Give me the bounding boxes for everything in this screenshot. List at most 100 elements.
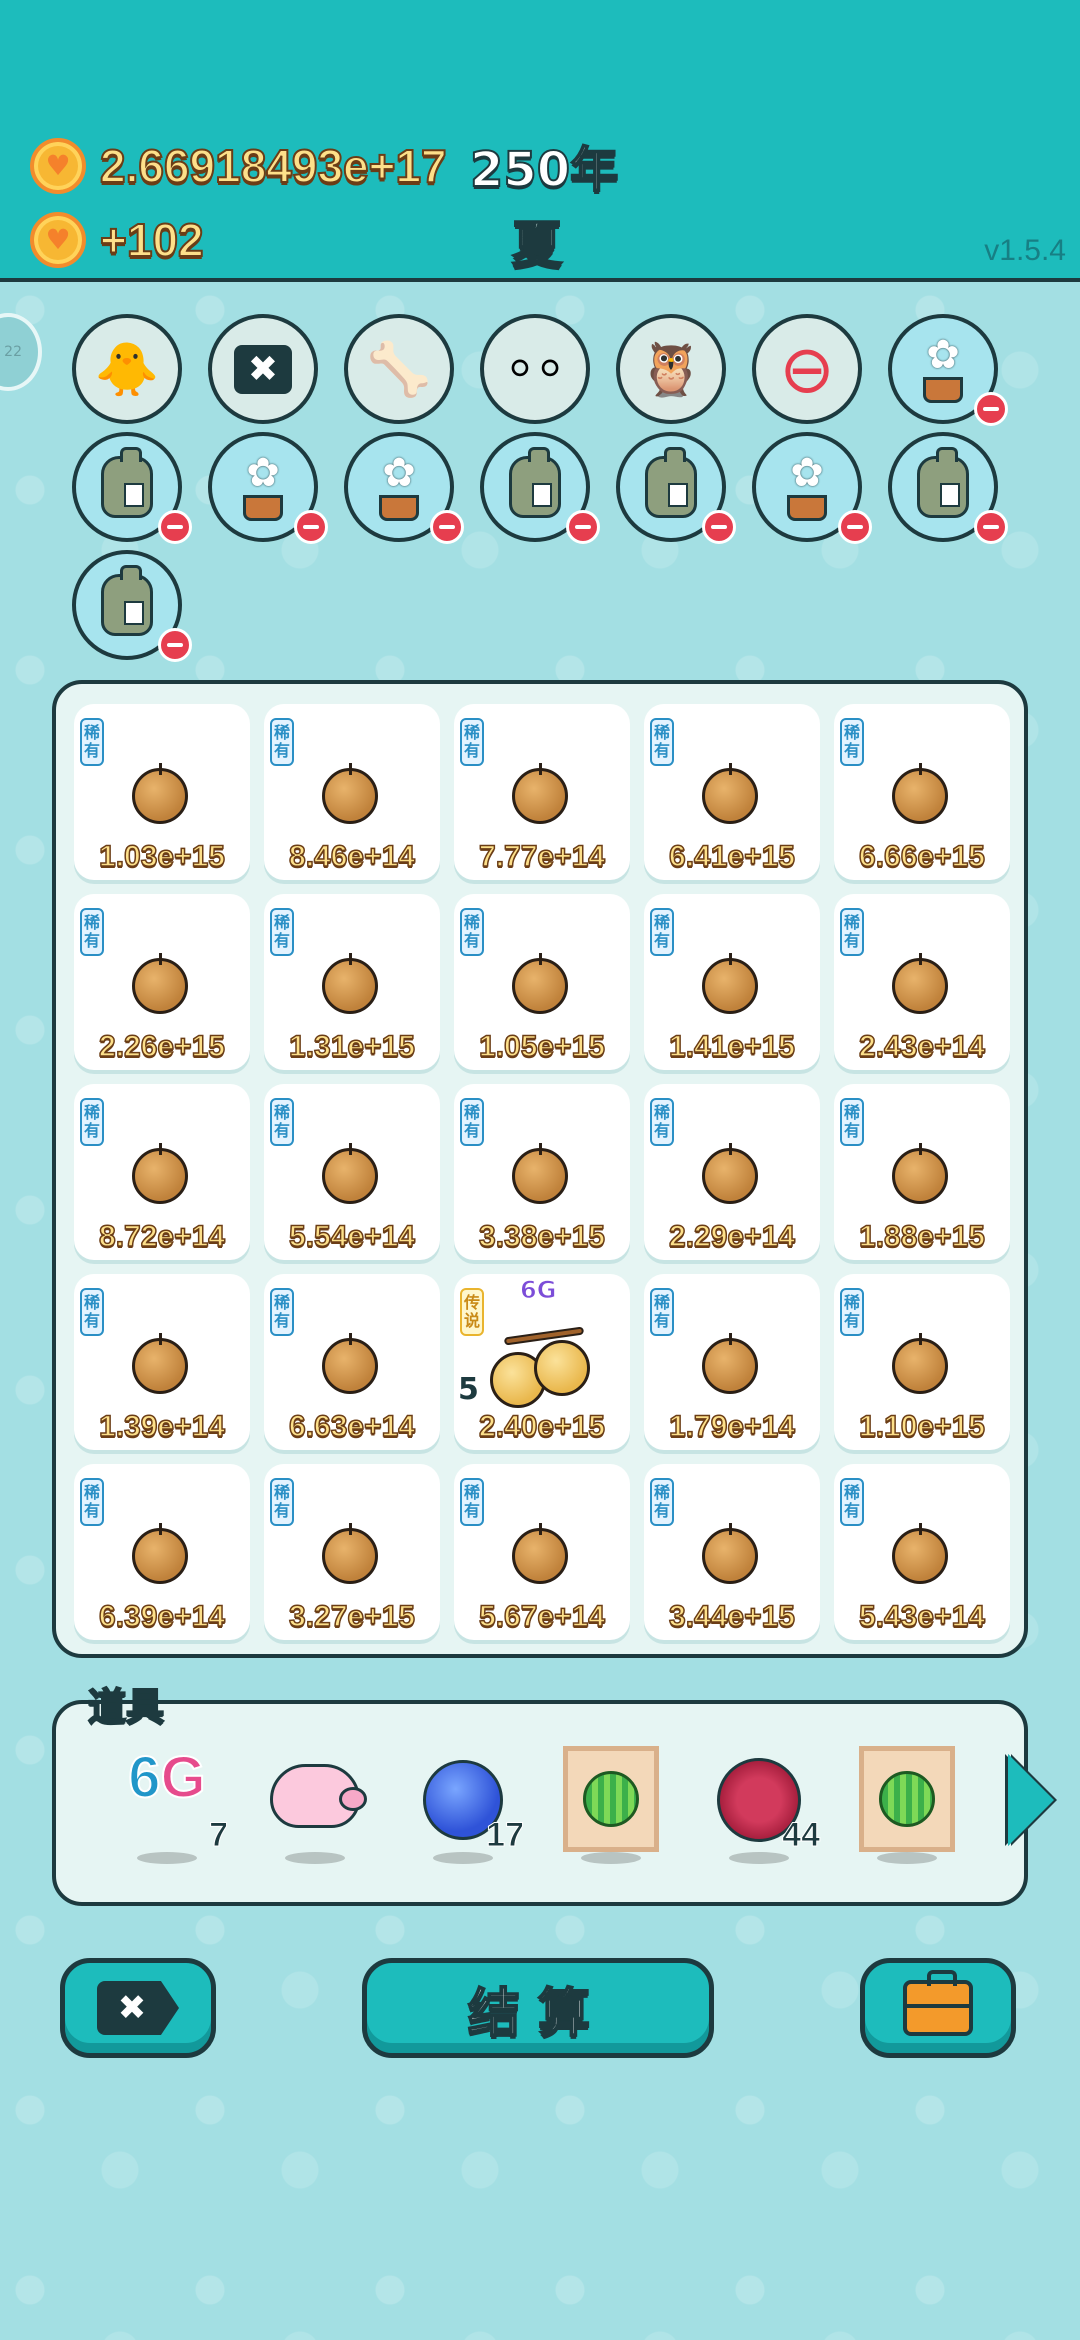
crop-value: 6.63e+14 <box>288 1409 415 1444</box>
crop-grid: 稀有 1.03e+15 稀有 8.46e+14 稀有 7.77e+14 稀有 6.41e+15… <box>74 704 1010 1640</box>
chicken-icon: 🐥 <box>94 339 160 400</box>
crop-value: 2.29e+14 <box>668 1219 795 1254</box>
seed-sack-item[interactable] <box>72 432 192 544</box>
rarity-tag: 稀有 <box>460 1098 484 1146</box>
crop-cell[interactable]: 稀有 1.79e+14 <box>644 1274 820 1450</box>
tool-melon-painting[interactable] <box>852 1744 962 1864</box>
crop-cell[interactable]: 稀有 1.41e+15 <box>644 894 820 1070</box>
remove-badge-icon[interactable] <box>158 510 192 544</box>
flower-pot-icon: ✿ <box>243 453 283 521</box>
crop-value: 3.38e+15 <box>478 1219 605 1254</box>
crop-cell[interactable]: 稀有 5.54e+14 <box>264 1084 440 1260</box>
crop-value: 8.72e+14 <box>98 1219 225 1254</box>
backpack-button[interactable] <box>860 1958 1016 2058</box>
tool-melon-painting[interactable] <box>556 1744 666 1864</box>
crop-cell[interactable]: 稀有 3.38e+15 <box>454 1084 630 1260</box>
crop-cell[interactable]: 稀有 5.43e+14 <box>834 1464 1010 1640</box>
flower-pot-item[interactable]: ✿ <box>208 432 328 544</box>
rarity-tag: 稀有 <box>650 1478 674 1526</box>
seed-sack-item[interactable] <box>888 432 1008 544</box>
egg-tray-icon: ⚪⚪ <box>504 348 566 390</box>
tool-count: 17 <box>486 1816 525 1855</box>
remove-badge-icon[interactable] <box>838 510 872 544</box>
seed-sack-item[interactable] <box>616 432 736 544</box>
potato-fruit-icon <box>702 953 758 1014</box>
flower-pot-item[interactable]: ✿ <box>888 314 1008 426</box>
potato-fruit-icon <box>132 953 188 1014</box>
tools-next-arrow-icon[interactable] <box>1008 1754 1054 1846</box>
rarity-tag: 稀有 <box>80 1098 104 1146</box>
crop-cell[interactable]: 稀有 6.66e+15 <box>834 704 1010 880</box>
tool-count: 44 <box>782 1816 821 1855</box>
tool-6g[interactable]: 6G 7 <box>112 1744 228 1864</box>
egg-tray-item[interactable]: ⚪⚪ <box>480 314 590 424</box>
flower-pot-item[interactable]: ✿ <box>752 432 872 544</box>
crop-cell[interactable]: 稀有 2.29e+14 <box>644 1084 820 1260</box>
crop-value: 1.05e+15 <box>478 1029 605 1064</box>
crop-cell[interactable]: 稀有 2.43e+14 <box>834 894 1010 1070</box>
seed-sack-icon <box>917 447 969 518</box>
potato-fruit-icon <box>322 953 378 1014</box>
rarity-tag: 稀有 <box>840 718 864 766</box>
rarity-tag: 稀有 <box>80 1478 104 1526</box>
side-tab-label: 22 <box>4 344 22 360</box>
potato-fruit-icon <box>702 1333 758 1394</box>
remove-badge-icon[interactable] <box>974 392 1008 426</box>
crop-cell[interactable]: 稀有 5.67e+14 <box>454 1464 630 1640</box>
remove-badge-icon[interactable] <box>430 510 464 544</box>
tool-piggy-bank[interactable] <box>260 1744 370 1864</box>
seed-sack-item[interactable] <box>72 550 192 662</box>
heart-coin-icon: ♥ <box>30 212 86 268</box>
cancel-button[interactable]: ✖ <box>60 1958 216 2058</box>
remove-badge-icon[interactable] <box>702 510 736 544</box>
owl-icon: 🦉 <box>638 339 704 400</box>
owl-item[interactable]: 🦉 <box>616 314 726 424</box>
crop-cell[interactable]: 稀有 1.88e+15 <box>834 1084 1010 1260</box>
flower-pot-item[interactable]: ✿ <box>344 432 464 544</box>
crop-cell[interactable]: 稀有 8.46e+14 <box>264 704 440 880</box>
crop-cell[interactable]: 稀有 8.72e+14 <box>74 1084 250 1260</box>
tool-blueberry[interactable]: 17 <box>408 1744 524 1864</box>
crop-value: 3.44e+15 <box>668 1599 795 1634</box>
rarity-tag: 稀有 <box>840 908 864 956</box>
boost-badge: 6G <box>519 1276 557 1305</box>
crop-cell[interactable]: 稀有 6.41e+15 <box>644 704 820 880</box>
pet-bowl-item[interactable]: 🦴 <box>344 314 454 424</box>
coins-total: 2.66918493e+17 <box>99 139 448 193</box>
side-tab[interactable]: 22 <box>0 313 42 391</box>
crop-cell[interactable]: 稀有 6.39e+14 <box>74 1464 250 1640</box>
crop-cell[interactable]: 稀有 3.44e+15 <box>644 1464 820 1640</box>
minus-sign-item[interactable]: ⊖ <box>752 314 862 424</box>
remove-badge-icon[interactable] <box>566 510 600 544</box>
rarity-tag: 稀有 <box>270 908 294 956</box>
crop-cell[interactable]: 稀有 1.10e+15 <box>834 1274 1010 1450</box>
crop-cell[interactable]: 稀有 2.26e+15 <box>74 894 250 1070</box>
remove-badge-icon[interactable] <box>294 510 328 544</box>
rarity-tag: 稀有 <box>460 718 484 766</box>
cancel-tag-item[interactable]: ✖ <box>208 314 318 424</box>
crop-cell[interactable]: 稀有 6.63e+14 <box>264 1274 440 1450</box>
rarity-tag: 稀有 <box>270 1098 294 1146</box>
tool-lychee[interactable]: 44 <box>704 1744 820 1864</box>
chicken-egg-item[interactable]: 🐥 <box>72 314 182 424</box>
potato-fruit-icon <box>322 763 378 824</box>
crop-cell[interactable]: 稀有 1.03e+15 <box>74 704 250 880</box>
crop-cell[interactable]: 稀有 1.05e+15 <box>454 894 630 1070</box>
year-label: 250年 <box>469 141 619 199</box>
crop-cell[interactable]: 稀有 1.39e+14 <box>74 1274 250 1450</box>
potato-fruit-icon <box>322 1143 378 1204</box>
melon-painting-icon <box>859 1746 955 1852</box>
remove-badge-icon[interactable] <box>158 628 192 662</box>
crop-cell[interactable]: 稀有 7.77e+14 <box>454 704 630 880</box>
seed-sack-item[interactable] <box>480 432 600 544</box>
crop-cell[interactable]: 稀有 3.27e+15 <box>264 1464 440 1640</box>
crop-value: 6.39e+14 <box>98 1599 225 1634</box>
remove-badge-icon[interactable] <box>974 510 1008 544</box>
crop-value: 1.31e+15 <box>288 1029 415 1064</box>
flower-pot-icon: ✿ <box>923 335 963 403</box>
crop-cell[interactable]: 稀有 1.31e+15 <box>264 894 440 1070</box>
settle-button[interactable]: 结算 <box>362 1958 714 2058</box>
rarity-tag: 稀有 <box>460 908 484 956</box>
crop-cell[interactable]: 传说 6G 5 2.40e+15 <box>454 1274 630 1450</box>
tool-count: 7 <box>209 1816 229 1855</box>
